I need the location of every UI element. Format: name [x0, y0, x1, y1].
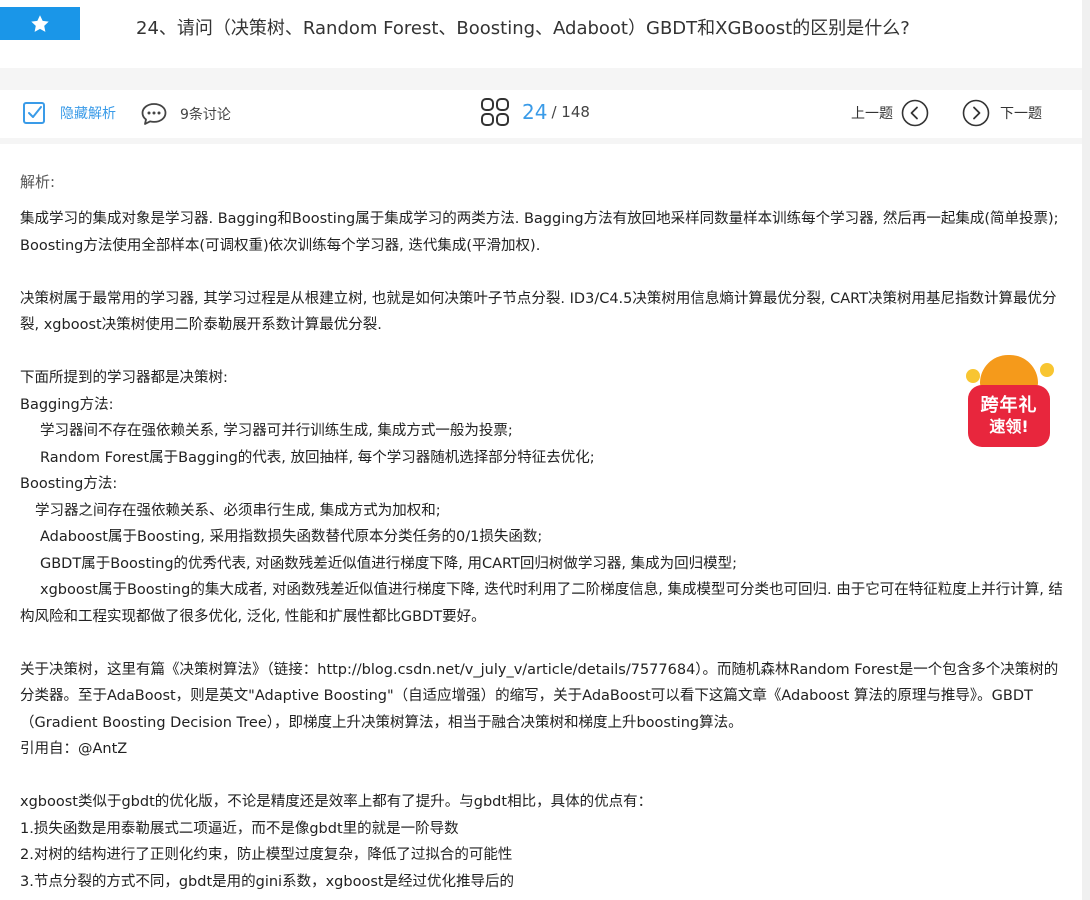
- paragraph: 决策树属于最常用的学习器, 其学习过程是从根建立树, 也就是如何决策叶子节点分裂…: [20, 290, 1057, 334]
- paragraph: 学习器之间存在强依赖关系、必须串行生成, 集成方式为加权和;: [35, 502, 441, 519]
- prev-question-button[interactable]: 上一题: [851, 99, 929, 127]
- discussion-button[interactable]: 9条讨论: [140, 101, 231, 127]
- paragraph: 下面所提到的学习器都是决策树:: [20, 370, 228, 386]
- paragraph: 引用自：@AntZ: [20, 741, 128, 757]
- chevron-left-icon: [901, 99, 929, 127]
- gift-tag: 跨年礼 速领!: [968, 385, 1050, 447]
- new-year-gift-badge[interactable]: 跨年礼 速领!: [962, 355, 1056, 455]
- paragraph: 3.节点分裂的方式不同，gbdt是用的gini系数，xgboost是经过优化推导…: [20, 873, 515, 890]
- analysis-content: 解析: 集成学习的集成对象是学习器. Bagging和Boosting属于集成学…: [20, 168, 1065, 895]
- next-question-button[interactable]: 下一题: [962, 99, 1042, 127]
- coin-icon: [966, 369, 980, 383]
- paragraph: xgboost类似于gbdt的优化版，不论是精度还是效率上都有了提升。与gbdt…: [20, 794, 653, 810]
- paragraph: xgboost属于Boosting的集大成者, 对函数残差近似值进行梯度下降, …: [20, 582, 1063, 625]
- paragraph: Random Forest属于Bagging的代表, 放回抽样, 每个学习器随机…: [40, 449, 595, 466]
- next-question-label: 下一题: [1000, 106, 1042, 122]
- current-question-number: 24: [522, 100, 548, 124]
- divider: [0, 68, 1082, 90]
- grid-icon[interactable]: [480, 97, 510, 127]
- page-scroll-gutter: [1082, 0, 1090, 900]
- total-questions: / 148: [551, 103, 590, 121]
- divider: [0, 138, 1082, 144]
- paragraph: 关于决策树，这里有篇《决策树算法》（链接：http://blog.csdn.ne…: [20, 661, 1059, 731]
- question-header: 24、请问（决策树、Random Forest、Boosting、Adaboot…: [0, 0, 1082, 68]
- paragraph: 学习器间不存在强依赖关系, 学习器可并行训练生成, 集成方式一般为投票;: [40, 423, 513, 439]
- paragraph: Adaboost属于Boosting, 采用指数损失函数替代原本分类任务的0/1…: [40, 529, 543, 545]
- question-title: 24、请问（决策树、Random Forest、Boosting、Adaboot…: [136, 18, 910, 39]
- hide-analysis-button[interactable]: 隐藏解析: [22, 100, 116, 126]
- chevron-right-icon: [962, 99, 990, 127]
- discussion-label: 9条讨论: [180, 107, 231, 123]
- question-toolbar: 隐藏解析 9条讨论 24 / 148 上一题 下一题: [0, 90, 1082, 138]
- gift-line1: 跨年礼: [980, 395, 1038, 416]
- prev-question-label: 上一题: [851, 106, 893, 122]
- paragraph: 1.损失函数是用泰勒展式二项逼近，而不是像gbdt里的就是一阶导数: [20, 820, 459, 837]
- comment-icon: [141, 103, 167, 125]
- star-icon: [31, 14, 49, 32]
- analysis-label: 解析:: [20, 173, 56, 191]
- paragraph: Bagging方法:: [20, 396, 114, 413]
- checkbox-edit-icon: [23, 102, 45, 124]
- question-pager: 24 / 148: [480, 97, 590, 127]
- gift-line2: 速领!: [989, 417, 1029, 436]
- paragraph: Boosting方法:: [20, 476, 118, 492]
- favorite-button[interactable]: [0, 7, 80, 40]
- coin-icon: [1040, 363, 1054, 377]
- paragraph: 集成学习的集成对象是学习器. Bagging和Boosting属于集成学习的两类…: [20, 211, 1059, 254]
- paragraph: 2.对树的结构进行了正则化约束，防止模型过度复杂，降低了过拟合的可能性: [20, 847, 513, 863]
- hide-analysis-label: 隐藏解析: [60, 106, 116, 122]
- paragraph: GBDT属于Boosting的优秀代表, 对函数残差近似值进行梯度下降, 用CA…: [40, 555, 738, 572]
